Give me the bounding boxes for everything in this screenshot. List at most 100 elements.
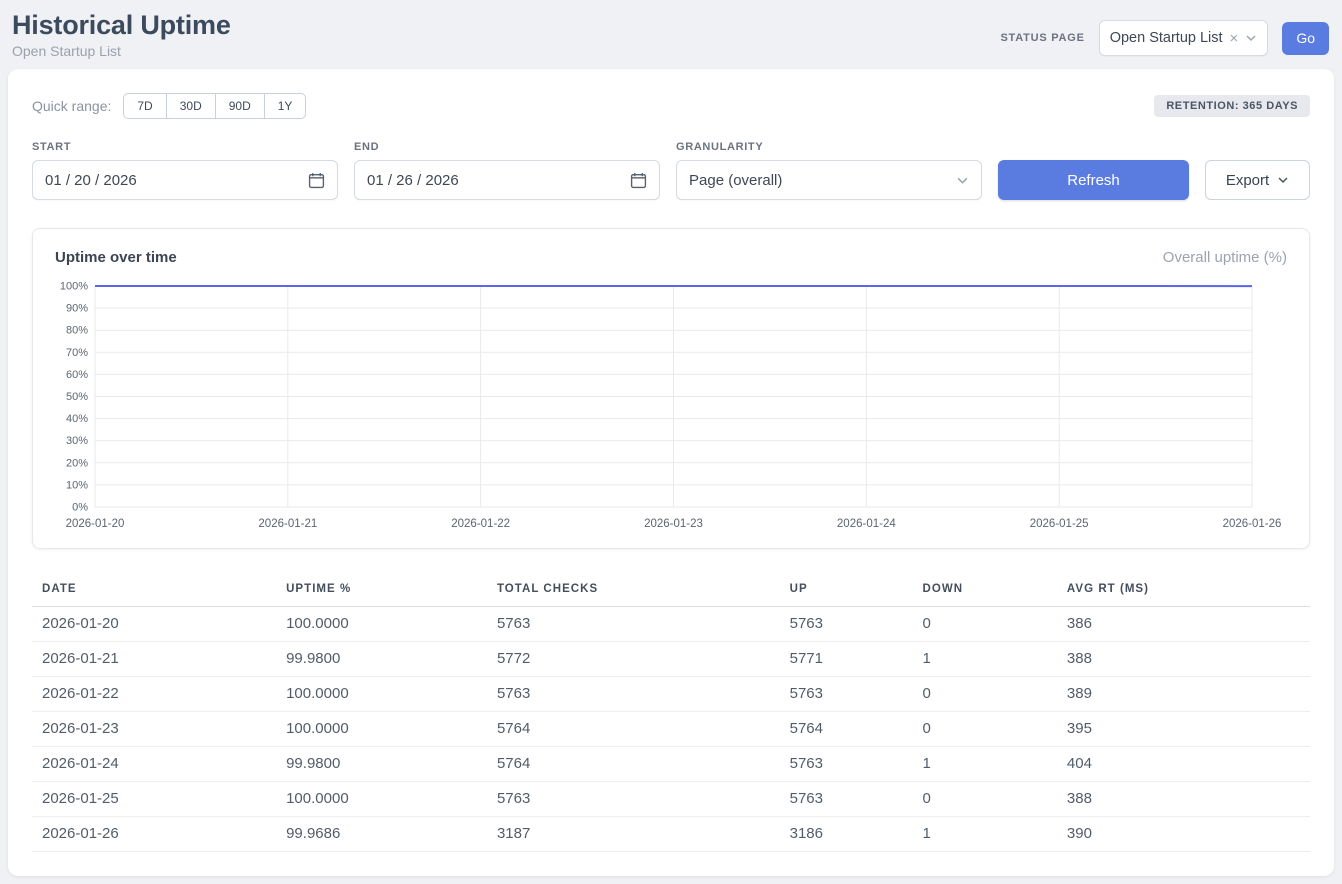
clear-selection-icon[interactable]: × — [1230, 31, 1239, 46]
page-header: Historical Uptime Open Startup List STAT… — [0, 0, 1342, 59]
chart-legend: Overall uptime (%) — [1163, 249, 1287, 266]
column-header-total-checks: TOTAL CHECKS — [487, 573, 780, 607]
table-cell: 99.9800 — [276, 642, 487, 677]
table-cell: 2026-01-25 — [32, 782, 276, 817]
chart-card: Uptime over time Overall uptime (%) 0% 10… — [32, 228, 1310, 549]
chevron-down-icon — [956, 174, 969, 187]
chart-title: Uptime over time — [55, 249, 177, 266]
column-header-uptime: UPTIME % — [276, 573, 487, 607]
quick-range-30d-button[interactable]: 30D — [166, 93, 216, 119]
svg-text:50%: 50% — [66, 391, 88, 403]
svg-text:70%: 70% — [66, 347, 88, 359]
chevron-down-icon — [1277, 174, 1289, 186]
table-cell: 386 — [1057, 607, 1310, 642]
table-cell: 100.0000 — [276, 782, 487, 817]
table-cell: 0 — [913, 607, 1057, 642]
table-cell: 0 — [913, 677, 1057, 712]
status-page-select[interactable]: Open Startup List × — [1099, 20, 1269, 56]
status-page-selected-value: Open Startup List — [1110, 30, 1223, 46]
start-date-input[interactable]: 01 / 20 / 2026 — [32, 160, 338, 200]
chevron-down-icon — [1245, 32, 1257, 44]
table-cell: 5764 — [780, 712, 913, 747]
uptime-line-chart: 0%10%20%30%40%50%60%70%80%90%100%2026-01… — [55, 276, 1287, 538]
table-cell: 1 — [913, 747, 1057, 782]
svg-text:30%: 30% — [66, 435, 88, 447]
chart-header: Uptime over time Overall uptime (%) — [55, 249, 1287, 266]
table-row: 2026-01-23100.0000576457640395 — [32, 712, 1310, 747]
quick-range-row: Quick range: 7D 30D 90D 1Y RETENTION: 36… — [32, 93, 1310, 119]
table-row: 2026-01-22100.0000576357630389 — [32, 677, 1310, 712]
quick-range-group: 7D 30D 90D 1Y — [123, 93, 306, 119]
start-date-label: START — [32, 141, 338, 153]
end-date-field: END 01 / 26 / 2026 — [354, 141, 660, 200]
start-date-value: 01 / 20 / 2026 — [45, 172, 137, 189]
export-button[interactable]: Export — [1205, 160, 1310, 200]
table-cell: 2026-01-26 — [32, 817, 276, 852]
table-cell: 5763 — [487, 782, 780, 817]
table-cell: 5772 — [487, 642, 780, 677]
table-cell: 5763 — [780, 677, 913, 712]
granularity-label: GRANULARITY — [676, 141, 982, 153]
table-cell: 388 — [1057, 642, 1310, 677]
table-cell: 1 — [913, 817, 1057, 852]
table-row: 2026-01-2499.9800576457631404 — [32, 747, 1310, 782]
svg-text:2026-01-22: 2026-01-22 — [451, 518, 510, 530]
filter-row: START 01 / 20 / 2026 END 01 / 26 / 2026 … — [32, 141, 1310, 200]
table-cell: 99.9800 — [276, 747, 487, 782]
calendar-icon — [308, 172, 325, 189]
quick-range-90d-button[interactable]: 90D — [215, 93, 265, 119]
svg-text:40%: 40% — [66, 413, 88, 425]
table-cell: 5763 — [780, 747, 913, 782]
go-button[interactable]: Go — [1282, 22, 1329, 55]
column-header-down: DOWN — [913, 573, 1057, 607]
svg-text:2026-01-24: 2026-01-24 — [837, 518, 896, 530]
quick-range-7d-button[interactable]: 7D — [123, 93, 166, 119]
column-header-avg-rt: AVG RT (MS) — [1057, 573, 1310, 607]
column-header-date: DATE — [32, 573, 276, 607]
uptime-table: DATE UPTIME % TOTAL CHECKS UP DOWN AVG R… — [32, 573, 1310, 852]
table-row: 2026-01-2699.9686318731861390 — [32, 817, 1310, 852]
table-cell: 2026-01-21 — [32, 642, 276, 677]
svg-text:90%: 90% — [66, 303, 88, 315]
svg-text:80%: 80% — [66, 325, 88, 337]
table-cell: 395 — [1057, 712, 1310, 747]
table-cell: 5764 — [487, 712, 780, 747]
svg-text:20%: 20% — [66, 457, 88, 469]
table-cell: 5763 — [487, 677, 780, 712]
quick-range-1y-button[interactable]: 1Y — [264, 93, 307, 119]
refresh-button[interactable]: Refresh — [998, 160, 1189, 200]
table-cell: 0 — [913, 782, 1057, 817]
svg-text:2026-01-25: 2026-01-25 — [1030, 518, 1089, 530]
svg-text:2026-01-26: 2026-01-26 — [1223, 518, 1282, 530]
svg-text:2026-01-20: 2026-01-20 — [66, 518, 125, 530]
table-cell: 100.0000 — [276, 712, 487, 747]
table-cell: 5763 — [487, 607, 780, 642]
table-cell: 2026-01-24 — [32, 747, 276, 782]
table-cell: 5763 — [780, 782, 913, 817]
svg-text:0%: 0% — [72, 502, 88, 514]
page-subtitle: Open Startup List — [12, 43, 231, 59]
table-cell: 100.0000 — [276, 677, 487, 712]
title-block: Historical Uptime Open Startup List — [12, 10, 231, 59]
table-cell: 3186 — [780, 817, 913, 852]
table-cell: 2026-01-23 — [32, 712, 276, 747]
table-cell: 99.9686 — [276, 817, 487, 852]
svg-text:2026-01-21: 2026-01-21 — [258, 518, 317, 530]
start-date-field: START 01 / 20 / 2026 — [32, 141, 338, 200]
granularity-select[interactable]: Page (overall) — [676, 160, 982, 200]
table-cell: 2026-01-20 — [32, 607, 276, 642]
table-header-row: DATE UPTIME % TOTAL CHECKS UP DOWN AVG R… — [32, 573, 1310, 607]
table-cell: 3187 — [487, 817, 780, 852]
table-cell: 404 — [1057, 747, 1310, 782]
table-cell: 388 — [1057, 782, 1310, 817]
table-cell: 5763 — [780, 607, 913, 642]
status-page-controls: STATUS PAGE Open Startup List × Go — [1000, 10, 1329, 56]
end-date-input[interactable]: 01 / 26 / 2026 — [354, 160, 660, 200]
svg-text:10%: 10% — [66, 479, 88, 491]
granularity-field: GRANULARITY Page (overall) — [676, 141, 982, 200]
table-cell: 390 — [1057, 817, 1310, 852]
table-cell: 5764 — [487, 747, 780, 782]
quick-range-label: Quick range: — [32, 98, 111, 114]
table-row: 2026-01-2199.9800577257711388 — [32, 642, 1310, 677]
uptime-table-body: 2026-01-20100.00005763576303862026-01-21… — [32, 607, 1310, 852]
